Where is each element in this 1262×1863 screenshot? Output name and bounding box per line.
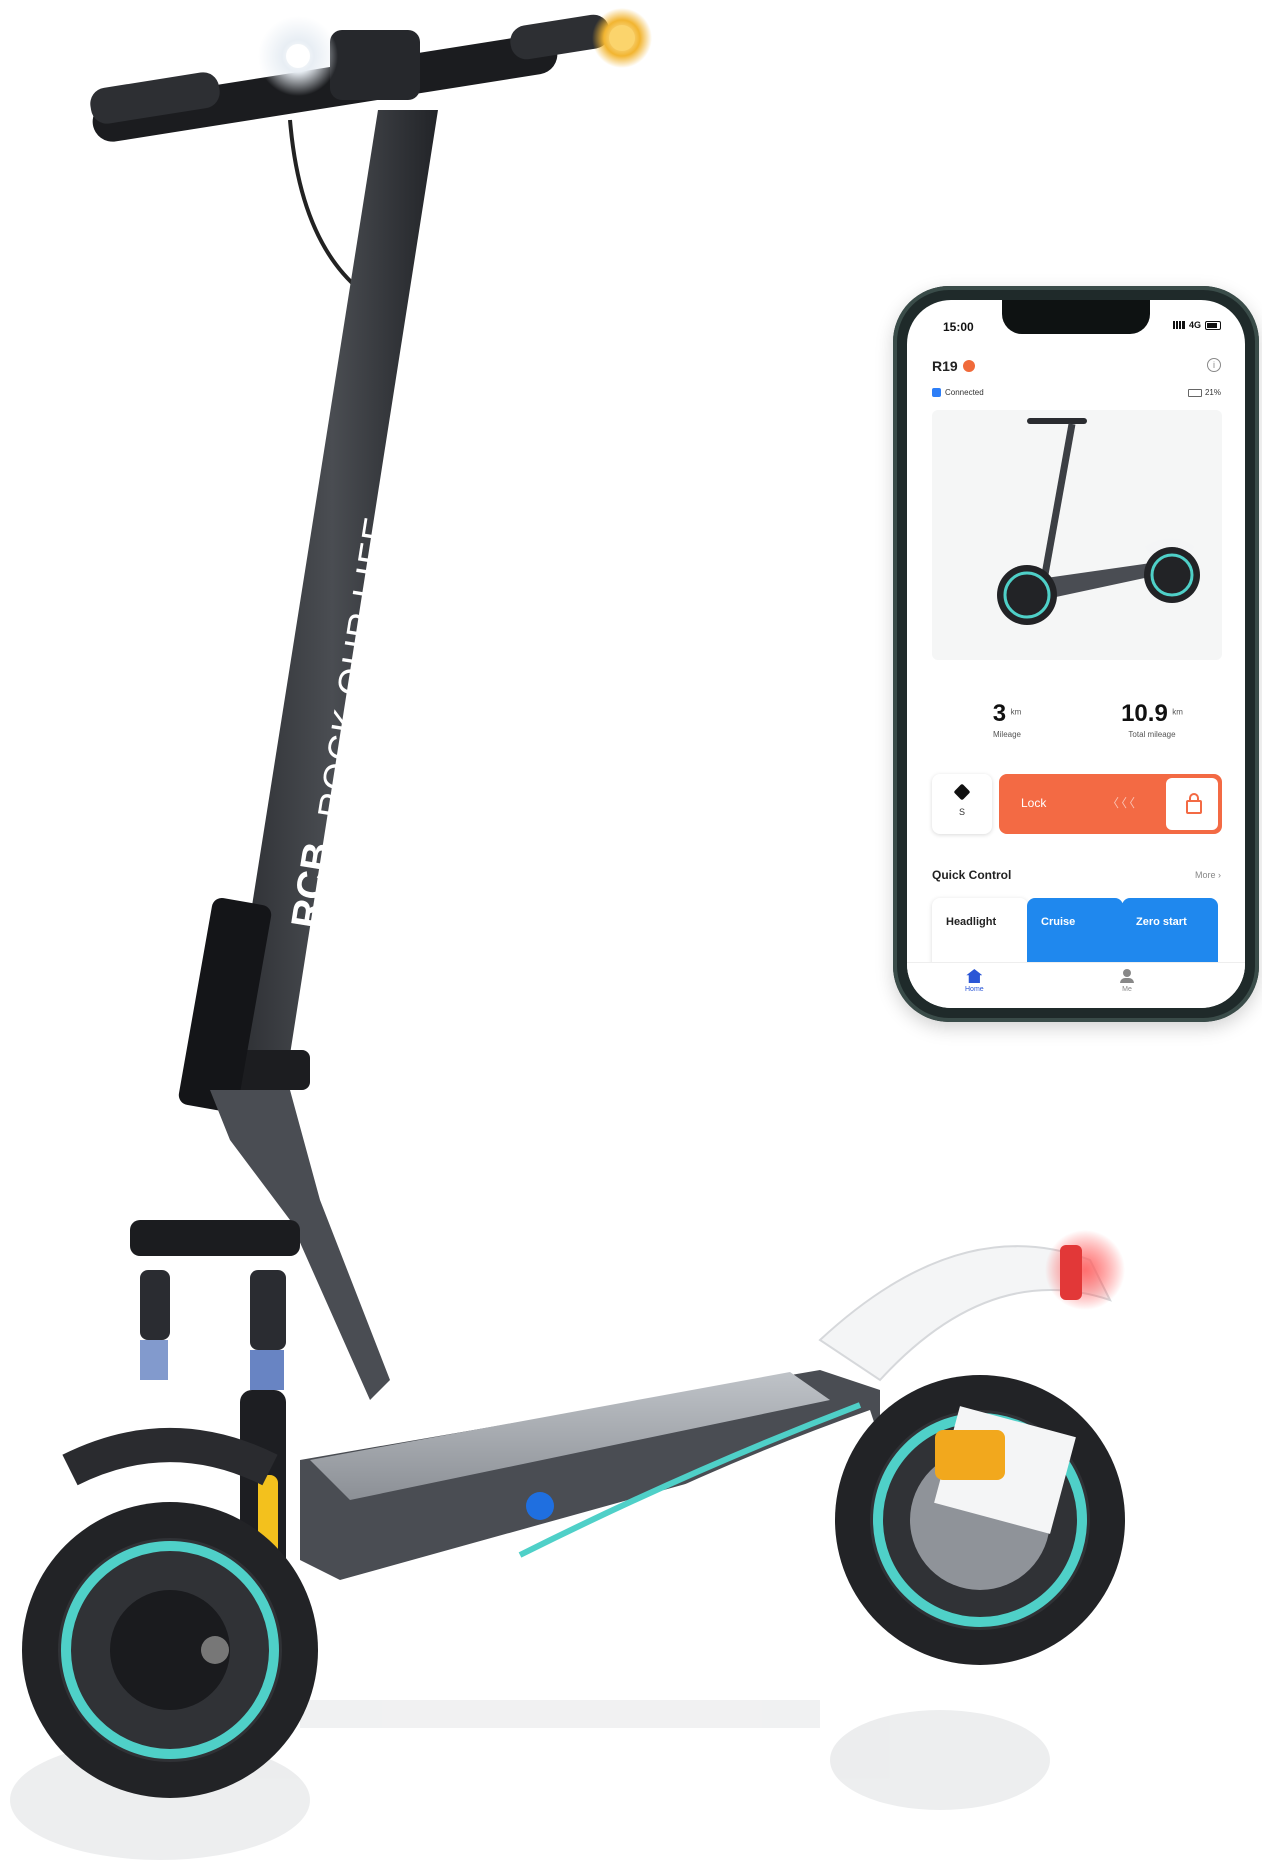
- lock-icon: [1186, 793, 1202, 814]
- gear-cube-icon: [953, 783, 971, 801]
- phone-mockup: 15:00 4G R19 i Connected 21% 3 km Mileag…: [893, 286, 1259, 1022]
- total-mileage-value: 10.9: [1121, 700, 1168, 727]
- scooter-battery-icon: [1187, 388, 1202, 397]
- connection-label: Connected: [945, 388, 984, 397]
- model-badge-icon: [962, 360, 975, 372]
- signal-icon: [1172, 321, 1185, 329]
- lock-slider[interactable]: Lock 〈〈〈: [999, 774, 1222, 834]
- tab-me-label: Me: [1122, 986, 1132, 993]
- more-link[interactable]: More ›: [1195, 870, 1221, 880]
- mileage-value: 3: [992, 700, 1007, 727]
- model-name: R19: [932, 358, 958, 374]
- battery-icon: [1205, 320, 1221, 330]
- handlebar: [90, 8, 652, 142]
- mileage-unit: km: [1010, 707, 1022, 717]
- tile-headlight-label: Headlight: [946, 916, 997, 928]
- gear-value: S: [958, 807, 965, 817]
- total-mileage-stat: 10.9 km Total mileage: [1102, 700, 1202, 739]
- deck: [300, 1370, 880, 1580]
- tab-home[interactable]: Home: [965, 969, 984, 993]
- stem: ROCK OUR LIFE RCB: [178, 110, 438, 1113]
- total-mileage-unit: km: [1172, 707, 1183, 717]
- network-type: 4G: [1188, 320, 1201, 330]
- status-indicators: 4G: [1172, 320, 1221, 330]
- lock-knob[interactable]: [1166, 778, 1218, 830]
- quick-control-title: Quick Control: [932, 868, 1012, 882]
- mileage-label: Mileage: [992, 730, 1021, 739]
- person-icon: [1119, 969, 1135, 983]
- model-title: R19: [932, 358, 975, 374]
- tab-bar: Home Me: [907, 962, 1245, 1008]
- scooter-battery: 21%: [1187, 388, 1221, 397]
- mileage-stat: 3 km Mileage: [962, 700, 1052, 739]
- tab-me[interactable]: Me: [1119, 969, 1135, 993]
- scooter-thumbnail: [997, 418, 1200, 625]
- tile-zero-start-label: Zero start: [1136, 916, 1187, 928]
- slide-chevrons: 〈〈〈: [1107, 796, 1138, 810]
- gear-button[interactable]: S: [932, 774, 992, 834]
- total-mileage-label: Total mileage: [1128, 730, 1176, 739]
- headlight: [258, 16, 338, 96]
- battery-percent: 21%: [1204, 388, 1221, 397]
- tail-light: [1045, 1230, 1125, 1310]
- connection-status: Connected: [932, 388, 984, 397]
- phone-screen: 15:00 4G R19 i Connected 21% 3 km Mileag…: [907, 300, 1245, 1008]
- brake-cable: [288, 119, 362, 292]
- scooter-image-card: [932, 410, 1222, 660]
- bluetooth-icon: [932, 388, 941, 397]
- status-time: 15:00: [943, 320, 974, 334]
- home-icon: [966, 969, 983, 983]
- lock-label: Lock: [1021, 796, 1047, 810]
- tab-home-label: Home: [965, 986, 984, 993]
- phone-notch: [1002, 300, 1150, 334]
- tile-cruise-label: Cruise: [1041, 916, 1076, 928]
- info-icon[interactable]: i: [1207, 358, 1221, 372]
